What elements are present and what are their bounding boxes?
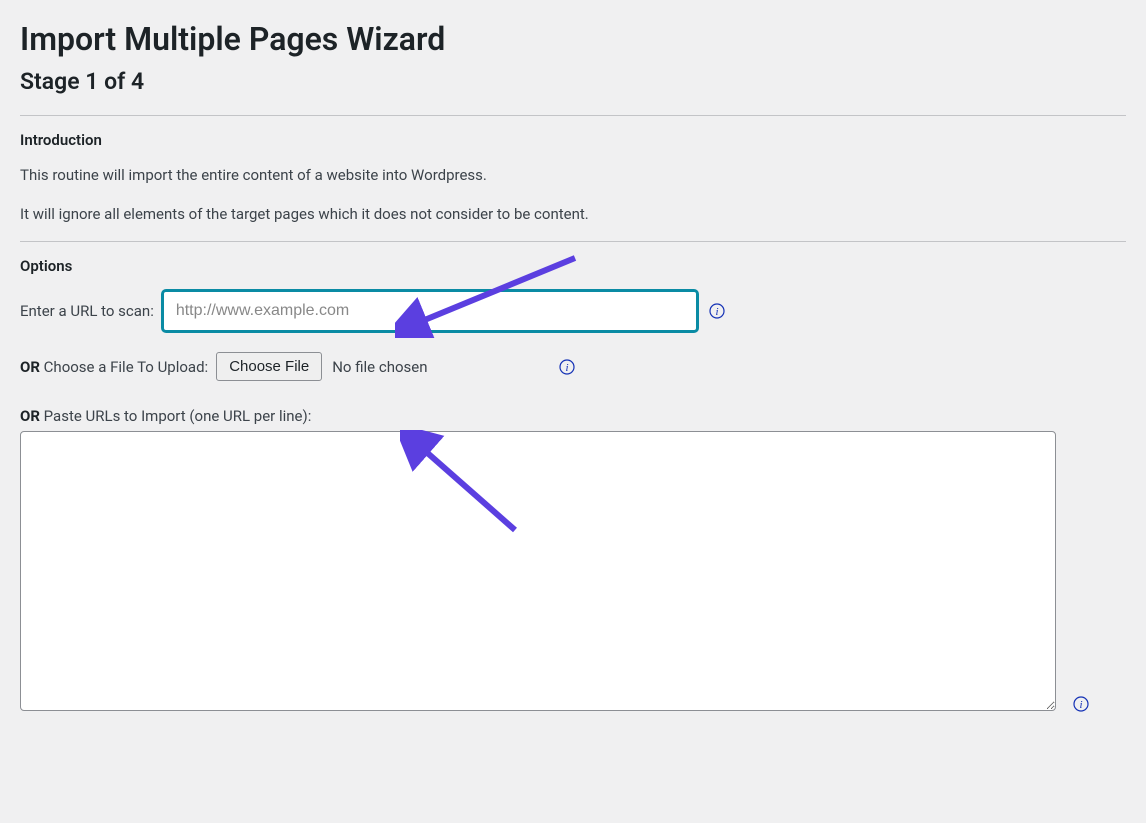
file-status-text: No file chosen [332, 358, 427, 376]
divider [20, 241, 1126, 242]
info-icon[interactable]: i [708, 302, 726, 320]
choose-file-button[interactable]: Choose File [216, 352, 322, 381]
url-label: Enter a URL to scan: [20, 302, 154, 320]
divider [20, 115, 1126, 116]
paste-urls-label: OR Paste URLs to Import (one URL per lin… [20, 407, 311, 425]
url-input[interactable] [162, 290, 698, 332]
svg-text:i: i [1079, 699, 1082, 711]
svg-text:i: i [715, 306, 718, 318]
intro-paragraph-1: This routine will import the entire cont… [20, 164, 1126, 187]
options-heading: Options [20, 257, 1126, 275]
stage-subtitle: Stage 1 of 4 [20, 68, 1126, 95]
paste-urls-textarea[interactable] [20, 431, 1056, 711]
info-icon[interactable]: i [1072, 695, 1090, 713]
info-icon[interactable]: i [558, 358, 576, 376]
page-title: Import Multiple Pages Wizard [20, 20, 1126, 58]
svg-text:i: i [565, 362, 568, 374]
file-upload-label: OR Choose a File To Upload: [20, 358, 208, 376]
intro-heading: Introduction [20, 131, 1126, 149]
intro-paragraph-2: It will ignore all elements of the targe… [20, 203, 1126, 226]
